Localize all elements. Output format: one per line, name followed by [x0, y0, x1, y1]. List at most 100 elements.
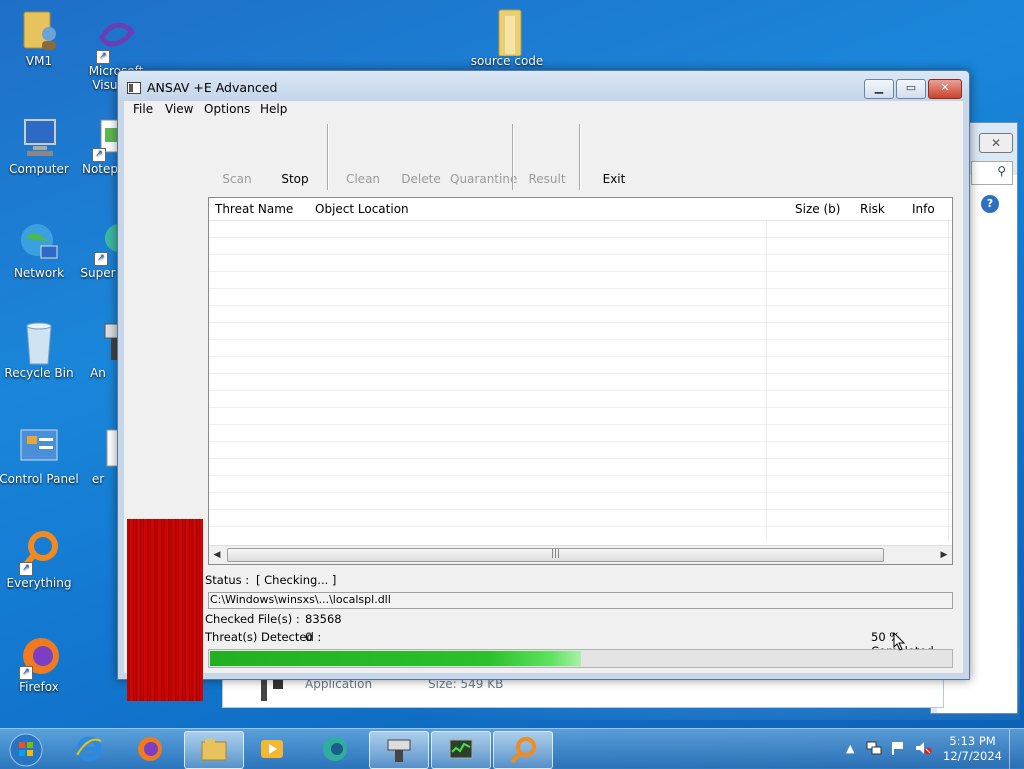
- desktop-icon-label: Computer: [9, 162, 69, 176]
- desktop-icon-control-panel[interactable]: Control Panel: [0, 426, 79, 486]
- search-box[interactable]: ⚲: [971, 161, 1013, 185]
- threat-list[interactable]: Threat Name Object Location Size (b) Ris…: [208, 197, 953, 565]
- close-icon[interactable]: ✕: [979, 133, 1013, 153]
- scroll-left-icon[interactable]: ◀: [210, 548, 224, 562]
- minimize-button[interactable]: ▁: [864, 79, 894, 99]
- maximize-icon: ▭: [905, 81, 917, 94]
- quarantine-button[interactable]: Quarantine: [450, 172, 517, 186]
- desktop-icon-label: Notep: [81, 162, 119, 176]
- checked-files-value: 83568: [305, 612, 342, 626]
- clean-button[interactable]: Clean: [333, 172, 393, 186]
- window-title: ANSAV +E Advanced: [147, 80, 278, 95]
- delete-button[interactable]: Delete: [391, 172, 451, 186]
- desktop-icon-computer[interactable]: Computer: [0, 116, 79, 176]
- document-icon: [92, 426, 120, 470]
- show-desktop-button[interactable]: [1009, 729, 1024, 769]
- stop-button[interactable]: Stop: [265, 172, 325, 186]
- desktop-icon-vm1[interactable]: VM1: [0, 8, 79, 68]
- checked-files-label: Checked File(s) :: [205, 612, 300, 626]
- desktop-icon-firefox[interactable]: ↗ Firefox: [0, 634, 79, 694]
- clock-date: 12/7/2024: [943, 749, 1002, 763]
- list-header: Threat Name Object Location Size (b) Ris…: [209, 198, 952, 221]
- action-center-flag-icon[interactable]: [890, 740, 906, 756]
- desktop-icon-network[interactable]: Network: [0, 220, 79, 280]
- scroll-thumb[interactable]: |||: [227, 548, 884, 562]
- desktop-icon-recycle-bin[interactable]: Recycle Bin: [0, 320, 79, 380]
- internet-explorer-icon: [76, 736, 102, 762]
- visual-studio-icon: ↗: [94, 18, 138, 64]
- close-button[interactable]: ✕: [928, 79, 962, 99]
- desktop-icon-label: Everything: [6, 576, 72, 590]
- everything-magnifier-icon: [510, 737, 536, 764]
- app-window-icon: [127, 82, 141, 94]
- firefox-icon: ↗: [17, 634, 61, 680]
- network-tray-icon[interactable]: [866, 740, 882, 756]
- tray-expand-icon[interactable]: ▲: [846, 742, 854, 755]
- toolbar: Scan Stop Clean Delete Quarantine Result…: [124, 121, 963, 191]
- desktop-icon-source-code[interactable]: source code: [467, 8, 547, 68]
- ansav-window[interactable]: ANSAV +E Advanced ▁ ▭ ✕ File View Option…: [117, 70, 970, 701]
- title-bar[interactable]: ANSAV +E Advanced ▁ ▭ ✕: [118, 71, 969, 101]
- desktop-icon-label: An: [90, 366, 106, 380]
- shortcut-arrow-icon: ↗: [19, 666, 33, 680]
- volume-muted-icon[interactable]: [914, 740, 932, 756]
- folder-icon: [201, 739, 227, 761]
- shortcut-arrow-icon: ↗: [92, 148, 106, 162]
- maximize-button[interactable]: ▭: [896, 79, 926, 99]
- desktop-icon-label: Network: [13, 266, 65, 280]
- scan-progress-bar: [208, 649, 953, 668]
- recycle-bin-icon: [17, 320, 61, 365]
- menu-file[interactable]: File: [133, 102, 153, 116]
- taskbar-internet-explorer[interactable]: [60, 731, 118, 767]
- desktop-icon-label: VM1: [25, 54, 53, 68]
- desktop-icon-er[interactable]: er: [76, 426, 120, 486]
- folder-user-icon: [17, 8, 61, 52]
- threats-detected-value: 0: [305, 630, 313, 644]
- column-risk[interactable]: Risk: [860, 202, 885, 216]
- firefox-icon: [138, 737, 162, 761]
- column-object-location[interactable]: Object Location: [315, 202, 409, 216]
- minimize-icon: ▁: [874, 81, 884, 94]
- menu-view[interactable]: View: [165, 102, 193, 116]
- list-rows: [209, 221, 952, 541]
- taskbar: ▲ 5:13 PM 12/7/2024: [0, 728, 1024, 769]
- app-swirl-icon: [323, 737, 347, 761]
- current-file-path: C:\Windows\winsxs\...\localspl.dll: [208, 592, 953, 609]
- help-icon[interactable]: ?: [981, 195, 999, 213]
- status-value: [ Checking... ]: [256, 573, 337, 587]
- shortcut-arrow-icon: ↗: [19, 562, 33, 576]
- window-client: File View Options Help Scan Stop Clean D…: [124, 101, 963, 701]
- taskbar-firefox[interactable]: [121, 731, 179, 767]
- column-size[interactable]: Size (b): [795, 202, 840, 216]
- toolbar-separator: [327, 124, 329, 190]
- scan-button[interactable]: Scan: [207, 172, 267, 186]
- taskbar-everything[interactable]: [493, 731, 553, 769]
- menu-options[interactable]: Options: [204, 102, 250, 116]
- desktop-icon-label: Recycle Bin: [4, 366, 74, 380]
- desktop-icon-super[interactable]: ↗ Super: [76, 220, 120, 280]
- progress-fill: [210, 651, 581, 666]
- menu-bar: File View Options Help: [124, 101, 963, 121]
- desktop-icon-everything[interactable]: ↗ Everything: [0, 530, 79, 590]
- taskbar-file-explorer[interactable]: [184, 731, 244, 769]
- column-info[interactable]: Info: [912, 202, 935, 216]
- taskbar-ansav[interactable]: [369, 731, 429, 769]
- network-globe-icon: [17, 220, 61, 264]
- desktop-icon-ansav[interactable]: An: [76, 320, 120, 380]
- desktop-icon-label: Super: [80, 266, 116, 280]
- taskbar-media-player[interactable]: [243, 731, 301, 767]
- exit-button[interactable]: Exit: [584, 172, 644, 186]
- start-button[interactable]: [0, 731, 52, 767]
- horizontal-scrollbar[interactable]: ◀ ||| ▶: [209, 545, 952, 564]
- column-threat-name[interactable]: Threat Name: [215, 202, 293, 216]
- taskbar-app[interactable]: [306, 731, 364, 767]
- system-clock[interactable]: 5:13 PM 12/7/2024: [943, 734, 1002, 764]
- result-button[interactable]: Result: [517, 172, 577, 186]
- toolbar-separator: [579, 124, 581, 190]
- ansav-icon: [387, 739, 411, 762]
- close-icon: ✕: [940, 81, 950, 94]
- task-manager-icon: [449, 739, 473, 759]
- taskbar-task-manager[interactable]: [431, 731, 491, 769]
- scroll-right-icon[interactable]: ▶: [937, 548, 951, 562]
- menu-help[interactable]: Help: [260, 102, 287, 116]
